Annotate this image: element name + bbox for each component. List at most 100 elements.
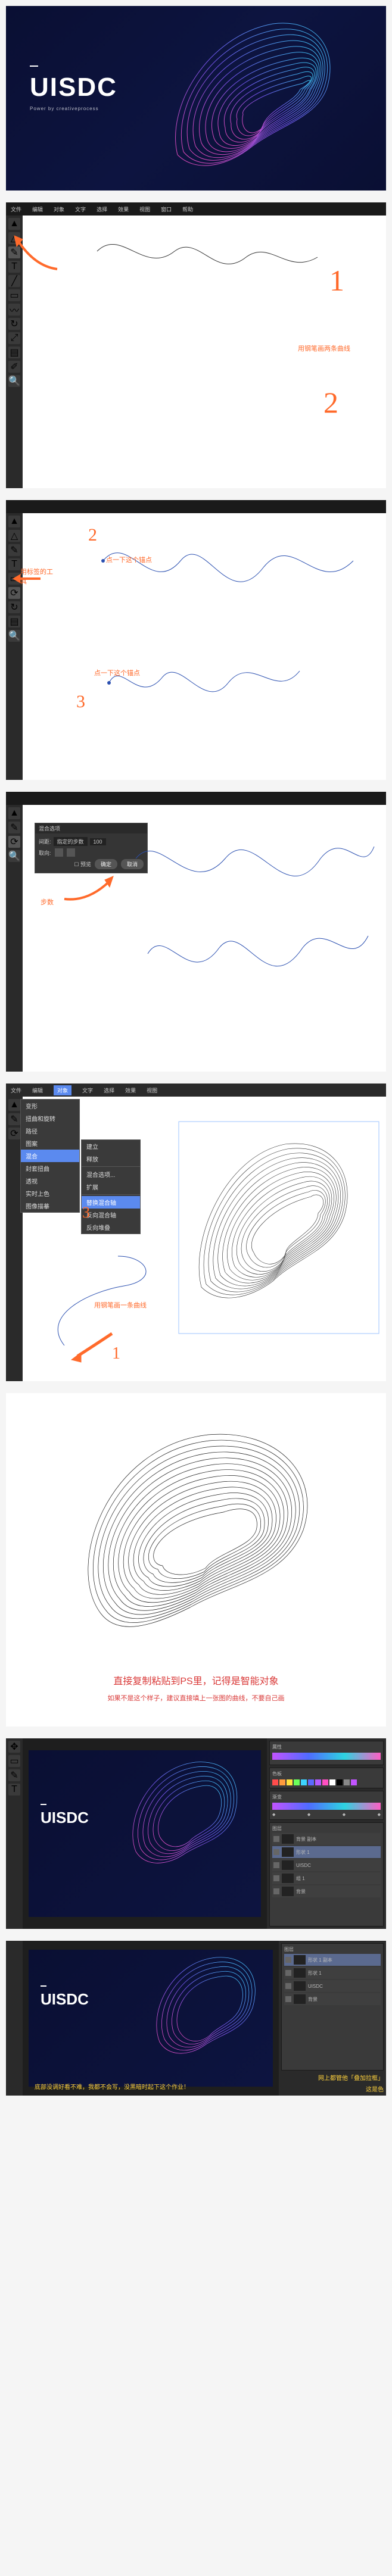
tool-zoom[interactable]: 🔍 bbox=[8, 850, 20, 862]
tool-selection[interactable]: ▲ bbox=[8, 807, 20, 819]
blend-submenu[interactable]: 建立 释放 混合选项... 扩展 替换混合轴 反向混合轴 反向堆叠 bbox=[81, 1139, 141, 1234]
menu-blend[interactable]: 混合 bbox=[21, 1150, 79, 1162]
layer-name[interactable]: 组 1 bbox=[296, 1875, 305, 1882]
tool-move[interactable]: ✥ bbox=[8, 1741, 20, 1753]
tool-zoom[interactable]: 🔍 bbox=[8, 630, 20, 642]
menubar[interactable]: 文件 编辑 对象 文字 选择 效果 视图 bbox=[6, 1084, 386, 1097]
sub-release[interactable]: 释放 bbox=[82, 1153, 140, 1165]
canvas[interactable]: 变形 扭曲和旋转 路径 图案 混合 封套扭曲 透视 实时上色 图像描摹 建立 释… bbox=[23, 1097, 386, 1381]
tool-brush[interactable]: ✎ bbox=[8, 1769, 20, 1781]
tool-gradient[interactable]: ▤ bbox=[8, 616, 20, 627]
step8-ps: UISDC 底部没调好看不难，我都不会写，没黑暗时起下这个作业！ 图层 形状 1… bbox=[6, 1941, 386, 2096]
menu-item[interactable]: 效果 bbox=[125, 1086, 136, 1094]
orient-align-path[interactable] bbox=[67, 848, 75, 857]
sub-replace-spine[interactable]: 替换混合轴 bbox=[82, 1196, 140, 1209]
menu-item[interactable]: 选择 bbox=[104, 1086, 114, 1094]
layer-name[interactable]: 背景 副本 bbox=[296, 1836, 316, 1843]
logo-subtitle: Power by creativeprocess bbox=[30, 106, 117, 111]
menu-transform[interactable]: 变形 bbox=[21, 1100, 79, 1112]
preview-checkbox[interactable]: ☐ 预览 bbox=[74, 860, 91, 868]
tool-scale[interactable]: ⤢ bbox=[8, 332, 20, 344]
tool-type[interactable]: T bbox=[8, 1784, 20, 1796]
tool-line[interactable]: ╱ bbox=[8, 275, 20, 287]
menu-item[interactable]: 文字 bbox=[75, 205, 86, 213]
tool-type[interactable]: T bbox=[8, 558, 20, 570]
spacing-input[interactable]: 100 bbox=[90, 838, 106, 845]
menu-item[interactable]: 编辑 bbox=[32, 1086, 43, 1094]
spacing-label: 间距: bbox=[39, 838, 51, 845]
tool-marquee[interactable]: ▭ bbox=[8, 1755, 20, 1767]
gradient-preview[interactable] bbox=[272, 1753, 381, 1760]
layer-name[interactable]: UISDC bbox=[296, 1863, 311, 1868]
menu-item[interactable]: 视图 bbox=[139, 205, 150, 213]
menu-perspective[interactable]: 透视 bbox=[21, 1175, 79, 1187]
menu-item[interactable]: 文件 bbox=[11, 205, 21, 213]
tool-pen[interactable]: ✎ bbox=[8, 1113, 20, 1125]
canvas[interactable]: 用标签的工具 2 点一下这个锚点 3 点一下这个锚点 bbox=[23, 513, 386, 780]
menu-item[interactable]: 文字 bbox=[82, 1086, 93, 1094]
panel-properties[interactable]: 属性 bbox=[269, 1741, 384, 1765]
panel-swatches[interactable]: 色板 bbox=[269, 1768, 384, 1788]
menu-item[interactable]: 文件 bbox=[11, 1086, 21, 1094]
tool-direct-select[interactable]: △ bbox=[8, 530, 20, 542]
layer-name[interactable]: 形状 1 副本 bbox=[308, 1957, 332, 1963]
tool-rotate[interactable]: ↻ bbox=[8, 318, 20, 330]
layer-name[interactable]: 形状 1 bbox=[308, 1970, 322, 1977]
orient-align-page[interactable] bbox=[55, 848, 63, 857]
panel-layers[interactable]: 图层 背景 副本 形状 1 UISDC 组 1 背景 bbox=[269, 1822, 384, 1926]
ps-canvas[interactable]: UISDC bbox=[23, 1738, 267, 1929]
layer-name[interactable]: 背景 bbox=[308, 1996, 318, 2003]
tool-blend[interactable]: ⟳ bbox=[8, 836, 20, 848]
panel-layers[interactable]: 图层 形状 1 副本 形状 1 UISDC 背景 bbox=[281, 1943, 384, 2071]
tool-selection[interactable]: ▲ bbox=[8, 1099, 20, 1111]
menubar[interactable] bbox=[6, 792, 386, 805]
tool-selection[interactable]: ▲ bbox=[8, 218, 20, 230]
layer-name[interactable]: UISDC bbox=[308, 1984, 323, 1989]
menu-trace[interactable]: 图像描摹 bbox=[21, 1200, 79, 1212]
tool-pen[interactable]: ✎ bbox=[8, 544, 20, 556]
tool-selection[interactable]: ▲ bbox=[8, 516, 20, 527]
menu-item[interactable]: 帮助 bbox=[182, 205, 193, 213]
tool-brush[interactable]: 〰 bbox=[8, 304, 20, 316]
sub-reverse-spine[interactable]: 反向混合轴 bbox=[82, 1209, 140, 1221]
layer-name[interactable]: 形状 1 bbox=[296, 1849, 310, 1856]
canvas[interactable]: 1 用钢笔画两条曲线 2 bbox=[23, 216, 386, 488]
sub-expand[interactable]: 扩展 bbox=[82, 1181, 140, 1193]
tool-rotate[interactable]: ↻ bbox=[8, 601, 20, 613]
layer-name[interactable]: 背景 bbox=[296, 1888, 306, 1895]
menu-item[interactable]: 对象 bbox=[54, 205, 64, 213]
tool-blend[interactable]: ⟳ bbox=[8, 1128, 20, 1139]
tool-blend[interactable]: ⟳ bbox=[8, 587, 20, 599]
menubar[interactable] bbox=[6, 500, 386, 513]
tool-pen[interactable]: ✎ bbox=[8, 822, 20, 833]
menu-item[interactable]: 对象 bbox=[54, 1085, 71, 1095]
menu-pattern[interactable]: 图案 bbox=[21, 1137, 79, 1150]
anchor-label-bottom: 点一下这个锚点 bbox=[94, 668, 140, 677]
panel-gradient[interactable]: 渐变 ◆◆◆◆ bbox=[269, 1791, 384, 1820]
tool-gradient[interactable]: ▤ bbox=[8, 346, 20, 358]
menu-distort[interactable]: 扭曲和旋转 bbox=[21, 1112, 79, 1125]
canvas[interactable]: 混合选项 间距: 指定的步数 100 取向: ☐ 预览 确定 取消 bbox=[23, 805, 386, 1072]
menu-path[interactable]: 路径 bbox=[21, 1125, 79, 1137]
ok-button[interactable]: 确定 bbox=[95, 859, 117, 869]
menu-item[interactable]: 视图 bbox=[147, 1086, 157, 1094]
menu-item[interactable]: 窗口 bbox=[161, 205, 172, 213]
ps-canvas[interactable]: UISDC 底部没调好看不难，我都不会写，没黑暗时起下这个作业！ bbox=[23, 1941, 279, 2096]
gradient-editor[interactable] bbox=[272, 1803, 381, 1810]
spacing-select[interactable]: 指定的步数 bbox=[54, 837, 88, 846]
blend-result bbox=[178, 1120, 380, 1335]
sub-options[interactable]: 混合选项... bbox=[82, 1168, 140, 1181]
tool-eyedrop[interactable]: ✐ bbox=[8, 361, 20, 373]
menu-livepaint[interactable]: 实时上色 bbox=[21, 1187, 79, 1200]
menu-item[interactable]: 编辑 bbox=[32, 205, 43, 213]
menu-item[interactable]: 效果 bbox=[118, 205, 129, 213]
tool-rect[interactable]: ▭ bbox=[8, 289, 20, 301]
sub-reverse-stack[interactable]: 反向堆叠 bbox=[82, 1221, 140, 1234]
tool-zoom[interactable]: 🔍 bbox=[8, 375, 20, 387]
menu-envelope[interactable]: 封套扭曲 bbox=[21, 1162, 79, 1175]
object-menu[interactable]: 变形 扭曲和旋转 路径 图案 混合 封套扭曲 透视 实时上色 图像描摹 bbox=[20, 1099, 80, 1213]
curve-1 bbox=[23, 216, 386, 412]
menubar[interactable]: 文件 编辑 对象 文字 选择 效果 视图 窗口 帮助 bbox=[6, 202, 386, 216]
sub-make[interactable]: 建立 bbox=[82, 1140, 140, 1153]
menu-item[interactable]: 选择 bbox=[97, 205, 107, 213]
